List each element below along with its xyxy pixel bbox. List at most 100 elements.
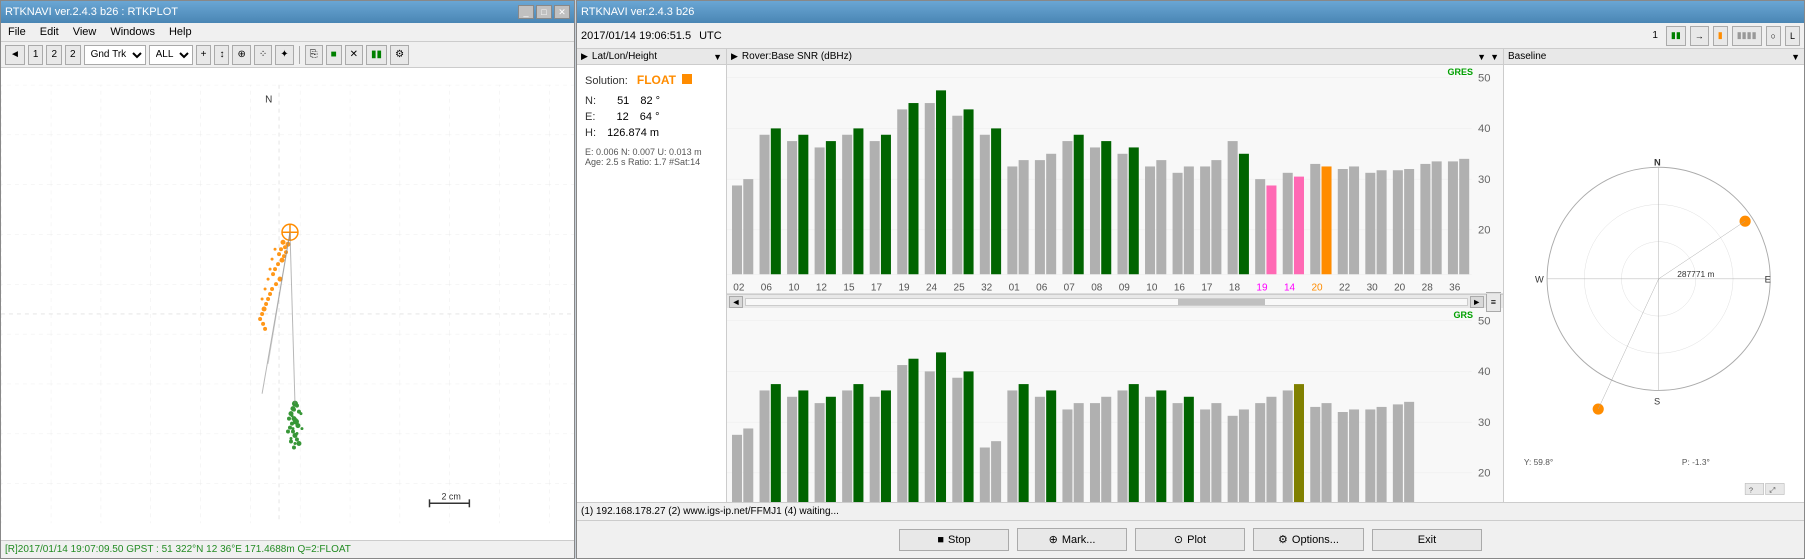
expand-icon[interactable]: ▶ xyxy=(581,51,588,62)
plot-button[interactable]: ⊙ Plot xyxy=(1135,528,1245,551)
close-btn[interactable]: ✕ xyxy=(345,45,363,65)
zoom-plus-button[interactable]: + xyxy=(196,45,212,65)
svg-text:25: 25 xyxy=(954,283,966,294)
arrow-btn[interactable]: → xyxy=(1690,26,1709,46)
snr-dropdown1[interactable]: ▼ xyxy=(1477,52,1486,62)
svg-text:P: -1.3°: P: -1.3° xyxy=(1682,457,1710,467)
options-button[interactable]: ⚙ Options... xyxy=(1253,528,1364,551)
snr-scrollbar[interactable]: ◄ ► ≡ xyxy=(727,294,1503,308)
svg-text:40: 40 xyxy=(1478,123,1491,135)
nav-back-button[interactable]: ◄ xyxy=(5,45,25,65)
expand-icon2[interactable]: ▶ xyxy=(731,51,738,62)
svg-text:18: 18 xyxy=(1229,283,1241,294)
svg-text:32: 32 xyxy=(981,283,993,294)
dots-button[interactable]: ⁘ xyxy=(254,45,272,65)
crosshair-button[interactable]: ⊕ xyxy=(232,45,250,65)
scroll-left-btn[interactable]: ◄ xyxy=(729,296,743,308)
svg-text:?: ? xyxy=(1749,486,1753,495)
solution-extra: E: 0.006 N: 0.007 U: 0.013 m Age: 2.5 s … xyxy=(585,147,718,167)
snr-panel-header: ▶ Rover:Base SNR (dBHz) ▼ ▼ xyxy=(727,49,1503,65)
grs-label: GRS xyxy=(1453,310,1473,320)
timezone-label: UTC xyxy=(699,30,722,42)
mark-button[interactable]: ⊕ Mark... xyxy=(1017,528,1127,551)
filter-select[interactable]: ALL xyxy=(149,45,193,65)
svg-text:09: 09 xyxy=(1119,283,1131,294)
svg-text:19: 19 xyxy=(1256,283,1268,294)
solution-row: Solution: FLOAT xyxy=(585,73,718,87)
svg-text:20: 20 xyxy=(1478,468,1491,480)
stop-button[interactable]: ■ Stop xyxy=(899,529,1009,551)
scroll-track xyxy=(745,298,1468,306)
svg-text:16: 16 xyxy=(1174,283,1186,294)
svg-text:28: 28 xyxy=(1422,283,1434,294)
green-btn[interactable]: ■ xyxy=(326,45,342,65)
svg-text:02: 02 xyxy=(733,283,745,294)
scroll-thumb[interactable] xyxy=(1178,299,1264,305)
n-label: N: xyxy=(585,95,596,107)
exit-label: Exit xyxy=(1418,534,1436,546)
zoom-updown-button[interactable]: ↕ xyxy=(214,45,229,65)
svg-text:22: 22 xyxy=(1339,283,1351,294)
plot-icon: ⊙ xyxy=(1174,533,1183,546)
left-menubar: File Edit View Windows Help xyxy=(1,23,574,42)
num1-button[interactable]: 1 xyxy=(28,45,44,65)
svg-text:24: 24 xyxy=(926,283,938,294)
plot-label: Plot xyxy=(1187,534,1206,546)
menu-view[interactable]: View xyxy=(70,25,100,39)
right-content: ▶ Lat/Lon/Height ▼ Solution: FLOAT N: 51… xyxy=(577,49,1804,502)
snr-dropdown2[interactable]: ▼ xyxy=(1490,52,1499,62)
svg-text:08: 08 xyxy=(1091,283,1103,294)
left-statusbar: [R]2017/01/14 19:07:09.50 GPST : 51 322°… xyxy=(1,540,574,558)
minimize-button[interactable]: _ xyxy=(518,5,534,19)
right-title: RTKNAVI ver.2.4.3 b26 xyxy=(581,6,694,18)
right-toolbar: 2017/01/14 19:06:51.5 UTC 1 ▮▮ → ▮ ▮▮▮▮ … xyxy=(577,23,1804,49)
left-plot-svg: 2 cm N xyxy=(1,68,574,540)
svg-text:10: 10 xyxy=(1146,283,1158,294)
dropdown-icon[interactable]: ▼ xyxy=(713,52,722,62)
lat-lon-height-label: Lat/Lon/Height xyxy=(592,51,713,62)
gray-status-btn[interactable]: ▮▮▮▮ xyxy=(1732,26,1762,46)
svg-text:⤢: ⤢ xyxy=(1769,486,1775,495)
svg-text:50: 50 xyxy=(1478,72,1491,84)
num3-button[interactable]: 2 xyxy=(65,45,81,65)
scroll-right-btn[interactable]: ► xyxy=(1470,296,1484,308)
options-label: Options... xyxy=(1292,534,1339,546)
solution-panel-header: ▶ Lat/Lon/Height ▼ xyxy=(577,49,726,65)
svg-text:07: 07 xyxy=(1064,283,1076,294)
close-button[interactable]: ✕ xyxy=(554,5,570,19)
mark-icon: ⊕ xyxy=(1049,533,1058,546)
num2-button[interactable]: 2 xyxy=(46,45,62,65)
maximize-button[interactable]: □ xyxy=(536,5,552,19)
pin-button[interactable]: ✦ xyxy=(275,45,293,65)
green-indicator[interactable]: ▮▮ xyxy=(366,45,387,65)
circle-btn[interactable]: ○ xyxy=(1766,26,1781,46)
green-status-btn[interactable]: ▮▮ xyxy=(1666,26,1686,46)
settings-button[interactable]: ⚙ xyxy=(390,45,409,65)
menu-edit[interactable]: Edit xyxy=(37,25,62,39)
baseline-label: Baseline xyxy=(1508,51,1791,62)
menu-windows[interactable]: Windows xyxy=(107,25,158,39)
svg-text:40: 40 xyxy=(1478,366,1491,378)
n-row: N: 51 82 ° xyxy=(585,95,718,107)
svg-text:W: W xyxy=(1535,275,1544,285)
baseline-plot: N S W E 287771 m xyxy=(1504,65,1804,502)
grs-chart: GRS 50 40 30 20 xyxy=(727,308,1503,502)
menu-help[interactable]: Help xyxy=(166,25,195,39)
solution-label: Solution: xyxy=(585,75,628,87)
n-deg: 82 ° xyxy=(640,95,660,107)
svg-text:10: 10 xyxy=(788,283,800,294)
l-btn[interactable]: L xyxy=(1785,26,1800,46)
status-text: (1) 192.168.178.27 (2) www.igs-ip.net/FF… xyxy=(581,506,839,517)
exit-button[interactable]: Exit xyxy=(1372,529,1482,551)
baseline-panel: Baseline ▼ N S W E xyxy=(1504,49,1804,502)
svg-text:50: 50 xyxy=(1478,316,1491,328)
snr-charts: GRES 50 40 30 20 xyxy=(727,65,1503,502)
right-titlebar: RTKNAVI ver.2.4.3 b26 xyxy=(577,1,1804,23)
view-mode-select[interactable]: Gnd Trk xyxy=(84,45,146,65)
svg-text:N: N xyxy=(265,95,272,106)
menu-file[interactable]: File xyxy=(5,25,29,39)
copy-button[interactable]: ⎘ xyxy=(305,45,323,65)
orange-status-btn[interactable]: ▮ xyxy=(1713,26,1728,46)
baseline-dropdown[interactable]: ▼ xyxy=(1791,52,1800,62)
svg-text:2 cm: 2 cm xyxy=(441,491,460,501)
